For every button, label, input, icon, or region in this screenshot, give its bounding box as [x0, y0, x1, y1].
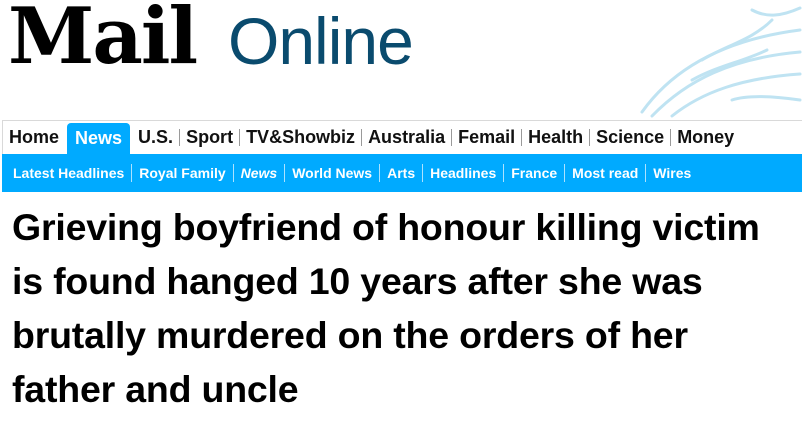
- subnav-france[interactable]: France: [504, 165, 564, 181]
- subnav-divider: [564, 164, 566, 182]
- subnav-divider: [284, 164, 286, 182]
- nav-home[interactable]: Home: [3, 121, 65, 154]
- nav-tvshowbiz[interactable]: TV&Showbiz: [240, 121, 361, 154]
- logo-online[interactable]: Online: [228, 8, 414, 74]
- subnav-most-read[interactable]: Most read: [565, 165, 645, 181]
- nav-health[interactable]: Health: [522, 121, 589, 154]
- subnav-divider: [379, 164, 381, 182]
- subnav-world-news[interactable]: World News: [285, 165, 379, 181]
- subnav-divider: [131, 164, 133, 182]
- subnav-royal-family[interactable]: Royal Family: [132, 165, 232, 181]
- subnav-divider: [422, 164, 424, 182]
- article-headline: Grieving boyfriend of honour killing vic…: [12, 206, 760, 410]
- secondary-nav: Latest Headlines Royal Family News World…: [2, 154, 802, 192]
- primary-nav: Home News U.S. Sport TV&Showbiz Australi…: [2, 120, 802, 154]
- nav-money[interactable]: Money: [671, 121, 740, 154]
- masthead: Mail Online: [0, 0, 802, 118]
- subnav-headlines[interactable]: Headlines: [423, 165, 503, 181]
- subnav-wires[interactable]: Wires: [646, 165, 698, 181]
- nav-sport[interactable]: Sport: [180, 121, 239, 154]
- nav-femail[interactable]: Femail: [452, 121, 521, 154]
- subnav-divider: [645, 164, 647, 182]
- logo-mail[interactable]: Mail: [8, 0, 198, 76]
- decorative-wave-art: [640, 6, 802, 118]
- nav-us[interactable]: U.S.: [132, 121, 179, 154]
- subnav-arts[interactable]: Arts: [380, 165, 422, 181]
- subnav-news[interactable]: News: [234, 165, 285, 181]
- nav-australia[interactable]: Australia: [362, 121, 451, 154]
- subnav-divider: [232, 164, 234, 182]
- nav-science[interactable]: Science: [590, 121, 670, 154]
- subnav-latest-headlines[interactable]: Latest Headlines: [6, 165, 131, 181]
- nav-news[interactable]: News: [67, 123, 131, 154]
- subnav-divider: [503, 164, 505, 182]
